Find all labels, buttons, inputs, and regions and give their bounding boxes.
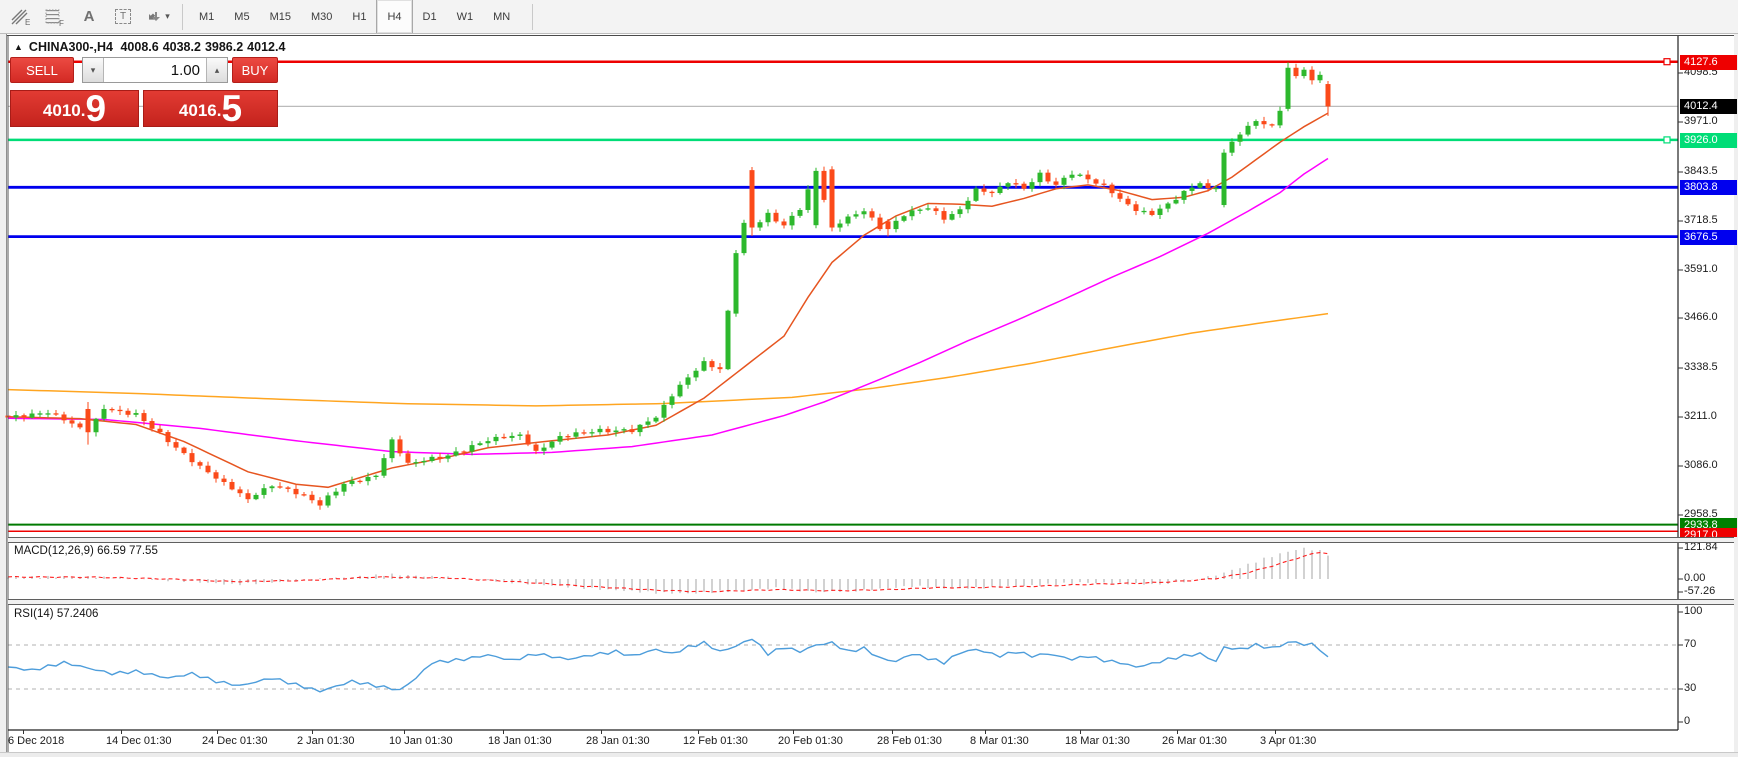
rsi-axis-label: 0 [1684,715,1691,727]
price-axis-label: 3591.0 [1684,263,1718,275]
date-label: 28 Feb 01:30 [877,735,942,747]
rsi-label: RSI(14) 57.2406 [14,608,99,620]
date-label: 24 Dec 01:30 [202,735,268,747]
date-tick-mark [23,730,24,734]
date-tick-mark [503,730,504,734]
price-axis-label: 3086.0 [1684,459,1718,471]
panel-divider[interactable] [8,599,1734,605]
buy-price-big-digit: 5 [221,88,243,129]
volume-decrease-button[interactable]: ▾ [83,58,104,82]
rsi-axis-label: 100 [1684,605,1703,617]
mt4-terminal: E F A T ▾ M1 M5 M15 M30 H1 H4 D1 W1 MN ▲… [0,0,1738,757]
ohlc-open: 4008.6 [120,40,159,54]
volume-increase-button[interactable]: ▴ [206,58,227,82]
date-label: 12 Feb 01:30 [683,735,748,747]
volume-input[interactable] [104,58,206,82]
date-tick-mark [312,730,313,734]
date-label: 20 Feb 01:30 [778,735,843,747]
chart-title: ▲ CHINA300-,H4 4008.6 4038.2 3986.2 4012.4 [14,40,289,54]
price-axis-label: 3843.5 [1684,165,1718,177]
buy-button[interactable]: BUY [232,57,278,83]
date-tick-mark [985,730,986,734]
rsi-axis-label: 70 [1684,638,1697,650]
date-tick-mark [1177,730,1178,734]
rsi-axis-label: 30 [1684,682,1697,694]
date-tick-mark [601,730,602,734]
date-label: 6 Dec 2018 [8,735,65,747]
date-tick-mark [404,730,405,734]
date-label: 26 Mar 01:30 [1162,735,1227,747]
price-badge: 3676.5 [1680,229,1737,245]
date-label: 2 Jan 01:30 [297,735,355,747]
ohlc-close: 4012.4 [247,40,286,54]
date-label: 14 Dec 01:30 [106,735,172,747]
date-tick-mark [698,730,699,734]
date-label: 8 Mar 01:30 [970,735,1029,747]
date-label: 18 Mar 01:30 [1065,735,1130,747]
macd-axis-label: 0.00 [1684,572,1706,584]
volume-stepper: ▾ ▴ [82,57,228,83]
buy-price-box[interactable]: 4016. 5 [143,90,278,127]
price-axis-label: 3211.0 [1684,410,1717,422]
date-tick-mark [1080,730,1081,734]
date-label: 3 Apr 01:30 [1260,735,1317,747]
price-axis-label: 3971.0 [1684,115,1718,127]
sell-button[interactable]: SELL [10,57,74,83]
date-label: 18 Jan 01:30 [488,735,552,747]
price-axis-label: 3718.5 [1684,214,1718,226]
price-axis-label: 3338.5 [1684,361,1718,373]
date-tick-mark [121,730,122,734]
date-tick-mark [1275,730,1276,734]
date-tick-mark [892,730,893,734]
buy-price-main: 4016 [178,101,217,120]
one-click-trade-panel: SELL ▾ ▴ BUY 4010.9 4016.5 [10,57,278,127]
ohlc-high: 4038.2 [162,40,201,54]
price-badge: 3803.8 [1680,179,1737,195]
sell-price-box[interactable]: 4010. 9 [10,90,139,127]
macd-axis-label: -57.26 [1684,585,1716,597]
symbol-label: CHINA300-,H4 [28,40,113,54]
ohlc-low: 3986.2 [204,40,244,54]
price-badge: 4012.4 [1680,98,1737,114]
sell-price-big-digit: 9 [85,88,107,129]
price-axis-label: 3466.0 [1684,311,1718,323]
macd-label: MACD(12,26,9) 66.59 77.55 [14,545,158,557]
price-badge: 3926.0 [1680,132,1737,148]
date-tick-mark [217,730,218,734]
symbol-marker-icon: ▲ [14,42,23,52]
price-badge: 2917.0 [1680,527,1737,537]
date-label: 10 Jan 01:30 [389,735,453,747]
price-badge: 4127.6 [1680,54,1737,70]
panel-divider[interactable] [8,537,1734,543]
sell-price-main: 4010 [42,101,81,120]
date-label: 28 Jan 01:30 [586,735,650,747]
date-tick-mark [793,730,794,734]
